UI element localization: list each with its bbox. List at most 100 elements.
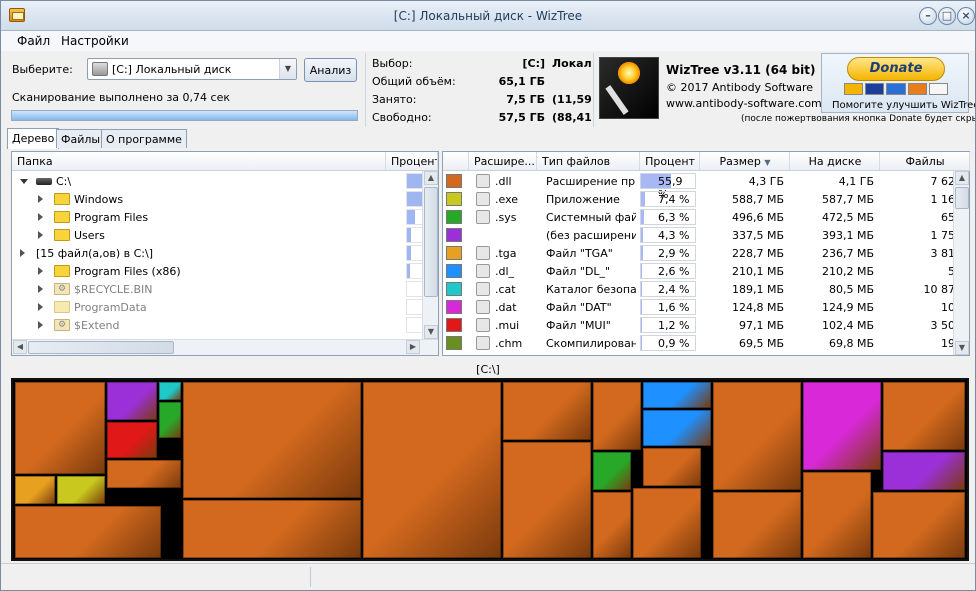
treemap[interactable] [11,378,969,561]
treemap-block[interactable] [183,382,361,498]
treemap-block[interactable] [873,492,965,558]
extension-cell: .dll [495,175,512,188]
extensions-vertical-scrollbar[interactable]: ▲ ▼ [953,171,969,355]
treemap-block[interactable] [593,492,631,558]
extension-row[interactable]: .chm Скомпилированн 69,5 МБ 69,8 МБ 196 0,9 % [443,334,971,352]
treemap-block[interactable] [643,410,711,446]
treemap-block[interactable] [107,382,157,420]
treemap-block[interactable] [107,460,181,488]
treemap-block[interactable] [643,448,701,486]
treemap-block[interactable] [633,488,701,558]
scroll-thumb[interactable] [424,187,438,297]
expand-arrow-icon[interactable] [38,231,43,239]
disk-cell: 124,9 МБ [821,301,874,314]
menu-settings[interactable]: Настройки [61,34,129,48]
drive-select[interactable]: [C:] Локальный диск ▼ [87,58,297,80]
close-button[interactable]: × [957,7,975,25]
tree-item-name: C:\ [56,175,72,188]
tab-about[interactable]: О программе [101,129,187,148]
scroll-left-arrow[interactable]: ◀ [13,340,27,354]
treemap-block[interactable] [15,476,55,504]
chevron-down-icon[interactable]: ▼ [279,59,296,79]
treemap-block[interactable] [643,382,711,408]
column-header-size[interactable]: Размер ▼ [700,152,790,171]
scroll-up-arrow[interactable]: ▲ [955,171,969,185]
tree-row[interactable]: Windows [12,190,432,208]
collapse-arrow-icon[interactable] [20,179,28,184]
extension-row[interactable]: .dat Файл "DAT" 124,8 МБ 124,9 МБ 106 1,6 % [443,298,971,316]
scroll-down-arrow[interactable]: ▼ [424,325,438,339]
treemap-block[interactable] [159,382,181,400]
color-swatch [446,174,462,188]
tab-files[interactable]: Файлы [56,129,106,148]
extension-row[interactable]: .exe Приложение 588,7 МБ 587,7 МБ 1 162 7,4 % [443,190,971,208]
tree-row[interactable]: C:\ [12,172,432,190]
tree-row[interactable]: Users [12,226,432,244]
size-cell: 228,7 МБ [731,247,784,260]
extension-row[interactable]: .sys Системный файл 496,6 МБ 472,5 МБ 657 6,3… [443,208,971,226]
column-header-files[interactable]: Файлы [880,152,970,171]
percent-bar-fill [407,192,422,206]
scroll-down-arrow[interactable]: ▼ [955,341,969,355]
expand-arrow-icon[interactable] [38,321,43,329]
expand-arrow-icon[interactable] [38,267,43,275]
expand-arrow-icon[interactable] [20,249,25,257]
column-header-type[interactable]: Тип файлов [537,152,640,171]
donate-button[interactable]: Donate [847,57,945,81]
treemap-block[interactable] [803,472,871,558]
treemap-block[interactable] [503,442,591,558]
extension-row[interactable]: .tga Файл "TGA" 228,7 МБ 236,7 МБ 3 818 2,9 % [443,244,971,262]
extension-row[interactable]: .mui Файл "MUI" 97,1 МБ 102,4 МБ 3 505 1,2 % [443,316,971,334]
extension-row[interactable]: .dll Расширение прил 4,3 ГБ 4,1 ГБ 7 623 55,9… [443,172,971,201]
tab-tree[interactable]: Дерево [7,128,60,149]
column-header-percent[interactable]: Процент [640,152,700,171]
expand-arrow-icon[interactable] [38,213,43,221]
expand-arrow-icon[interactable] [38,303,43,311]
tree-row[interactable]: [15 файл(а,ов) в C:\] [12,244,432,262]
extension-row[interactable]: .cat Каталог безопас 189,1 МБ 80,5 МБ 10 877… [443,280,971,298]
tree-row[interactable]: ⚙ $Extend [12,316,432,334]
treemap-block[interactable] [713,382,801,490]
menu-file[interactable]: Файл [17,34,50,48]
color-swatch [446,336,462,350]
treemap-block[interactable] [183,500,361,558]
treemap-block[interactable] [593,452,631,490]
treemap-block[interactable] [15,382,105,474]
treemap-block[interactable] [503,382,591,440]
expand-arrow-icon[interactable] [38,195,43,203]
treemap-block[interactable] [363,382,501,558]
treemap-block[interactable] [713,492,801,558]
scroll-right-arrow[interactable]: ▶ [406,340,420,354]
column-header-color[interactable] [443,152,469,171]
tree-row[interactable]: ⚙ $RECYCLE.BIN [12,280,432,298]
treemap-block[interactable] [107,422,157,458]
column-header-disk[interactable]: На диске [790,152,880,171]
treemap-block[interactable] [57,476,105,504]
tree-row[interactable]: ProgramData [12,298,432,316]
tree-vertical-scrollbar[interactable]: ▲ ▼ [422,171,438,339]
treemap-block[interactable] [883,382,965,450]
column-header-folder[interactable]: Папка [12,152,386,171]
title-bar[interactable]: [C:] Локальный диск - WizTree – □ × [1,1,975,31]
treemap-block[interactable] [159,402,181,438]
treemap-block[interactable] [15,506,161,558]
extension-row[interactable]: .dl_ Файл "DL_" 210,1 МБ 210,2 МБ 59 2,6 % [443,262,971,280]
tree-horizontal-scrollbar[interactable]: ◀ ▶ [12,339,438,355]
scroll-thumb[interactable] [955,187,969,209]
treemap-block[interactable] [593,382,641,450]
treemap-block[interactable] [883,452,965,490]
expand-arrow-icon[interactable] [38,285,43,293]
select-label: Выберите: [12,63,73,76]
scroll-thumb[interactable] [28,341,174,354]
about-site-link[interactable]: www.antibody-software.com [666,97,822,110]
scroll-up-arrow[interactable]: ▲ [424,171,438,185]
column-header-percent[interactable]: Процент [386,152,438,171]
column-header-extension[interactable]: Расшире... [469,152,537,171]
tree-row[interactable]: Program Files (x86) [12,262,432,280]
analyze-button[interactable]: Анализ [304,58,357,82]
maximize-button[interactable]: □ [938,7,956,25]
minimize-button[interactable]: – [919,7,937,25]
extension-row[interactable]: (без расширения) 337,5 МБ 393,1 МБ 1 759 4,3… [443,226,971,244]
tree-row[interactable]: Program Files [12,208,432,226]
treemap-block[interactable] [803,382,881,470]
